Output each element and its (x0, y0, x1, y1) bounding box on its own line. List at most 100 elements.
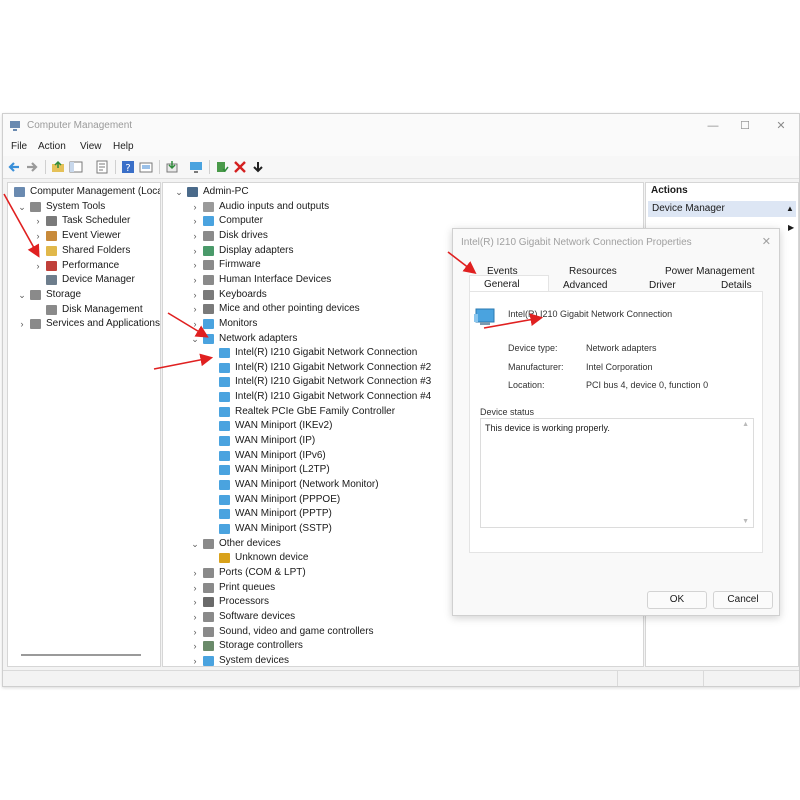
device-tree-label: WAN Miniport (PPPOE) (235, 493, 341, 505)
console-tree-item[interactable]: Disk Management (8, 303, 160, 317)
window-title: Computer Management (27, 120, 133, 131)
device-tree-label: WAN Miniport (PPTP) (235, 508, 332, 520)
chevron-down-icon[interactable]: ⌄ (190, 537, 200, 551)
actions-device-manager[interactable]: Device Manager (648, 201, 796, 217)
chevron-right-icon[interactable]: › (190, 288, 200, 302)
console-tree-item[interactable]: › Task Scheduler (8, 214, 160, 228)
console-tree-item[interactable]: › Services and Applications (8, 317, 160, 331)
chevron-right-icon[interactable]: › (33, 244, 43, 258)
clock-icon (46, 216, 57, 227)
device-status-box[interactable]: This device is working properly. ▲ ▼ (480, 418, 754, 528)
scroll-down-icon[interactable]: ▼ (742, 518, 749, 525)
update-driver-icon[interactable] (165, 160, 179, 174)
network-adapter-icon (219, 421, 230, 432)
disable-device-icon[interactable] (251, 160, 265, 174)
console-tree-label: Task Scheduler (62, 215, 131, 227)
minimize-button[interactable]: — (705, 118, 721, 134)
chevron-right-icon[interactable]: › (190, 625, 200, 639)
chevron-right-icon[interactable]: › (190, 581, 200, 595)
console-tree-item[interactable]: ⌄ System Tools (8, 200, 160, 214)
enable-device-icon[interactable] (215, 160, 229, 174)
device-tree-label: WAN Miniport (IP) (235, 435, 316, 447)
cancel-button[interactable]: Cancel (713, 591, 773, 609)
keyboard-icon (203, 289, 214, 300)
chevron-right-icon[interactable]: › (33, 229, 43, 243)
dialog-close-icon[interactable]: ✕ (762, 235, 771, 248)
tab-power-management[interactable]: Power Management (665, 266, 755, 277)
close-button[interactable]: ✕ (773, 118, 789, 134)
help-icon[interactable]: ? (121, 160, 135, 174)
chevron-right-icon[interactable]: › (17, 317, 27, 331)
left-pane-scrollbar[interactable] (21, 654, 141, 656)
console-tree-item[interactable]: ⌄ Storage (8, 288, 160, 302)
chevron-right-icon[interactable]: › (190, 214, 200, 228)
menu-file[interactable]: File (11, 141, 27, 152)
chevron-right-icon[interactable]: › (190, 302, 200, 316)
port-icon (203, 567, 214, 578)
device-tree-label: Display adapters (219, 244, 294, 256)
device-tree-label: Network adapters (219, 332, 298, 344)
tab-details[interactable]: Details (721, 280, 752, 291)
toolbar: ? (3, 156, 799, 179)
chevron-down-icon[interactable]: ⌄ (174, 185, 184, 199)
chevron-down-icon[interactable]: ⌄ (17, 200, 27, 214)
chevron-down-icon[interactable]: ⌄ (17, 288, 27, 302)
properties-icon[interactable] (95, 160, 109, 174)
chevron-right-icon[interactable]: › (190, 566, 200, 580)
device-tree-label: Computer (219, 215, 263, 227)
chevron-right-icon[interactable]: › (190, 639, 200, 653)
console-tree-item[interactable]: › Shared Folders (8, 244, 160, 258)
console-tree-item[interactable]: › Event Viewer (8, 229, 160, 243)
chevron-right-icon[interactable]: › (190, 273, 200, 287)
tab-resources[interactable]: Resources (569, 266, 617, 277)
scan-hardware-icon[interactable] (139, 160, 153, 174)
tab-general[interactable]: General (484, 279, 520, 290)
network-adapter-icon (219, 377, 230, 388)
collapse-arrow-icon[interactable]: ▲ (786, 204, 794, 213)
chevron-right-icon[interactable]: › (190, 229, 200, 243)
computer-management-icon (10, 121, 20, 131)
monitor-icon[interactable] (189, 160, 203, 174)
forward-arrow-icon[interactable] (25, 160, 39, 174)
chevron-right-icon[interactable]: › (190, 317, 200, 331)
chevron-right-icon[interactable]: › (190, 610, 200, 624)
menu-view[interactable]: View (80, 141, 102, 152)
device-tree-label: Sound, video and game controllers (219, 625, 374, 637)
device-tree-item[interactable]: › Computer (163, 214, 643, 228)
chevron-right-icon[interactable]: › (190, 244, 200, 258)
chevron-right-icon[interactable]: › (190, 654, 200, 666)
show-hide-tree-icon[interactable] (69, 160, 83, 174)
console-tree-item[interactable]: Device Manager (8, 273, 160, 287)
scroll-up-icon[interactable]: ▲ (742, 421, 749, 428)
maximize-button[interactable]: ☐ (737, 118, 753, 134)
device-tree-item[interactable]: › Audio inputs and outputs (163, 200, 643, 214)
more-actions-arrow-icon[interactable]: ▶ (788, 223, 794, 232)
device-tree-item[interactable]: ⌄ Admin-PC (163, 185, 643, 199)
device-tree-item[interactable]: › Storage controllers (163, 639, 643, 653)
chevron-right-icon[interactable]: › (33, 214, 43, 228)
device-tree-label: WAN Miniport (Network Monitor) (235, 479, 379, 490)
menu-help[interactable]: Help (113, 141, 134, 152)
services-icon (30, 319, 41, 330)
device-tree-item[interactable]: › System devices (163, 654, 643, 666)
up-folder-icon[interactable] (51, 160, 65, 174)
device-tree-label: WAN Miniport (IPv6) (235, 449, 326, 461)
console-tree-item[interactable]: › Performance (8, 259, 160, 273)
ok-button[interactable]: OK (647, 591, 707, 609)
network-adapter-icon (219, 436, 230, 447)
tab-advanced[interactable]: Advanced (563, 280, 607, 291)
chevron-right-icon[interactable]: › (33, 259, 43, 273)
device-tree-item[interactable]: › Sound, video and game controllers (163, 625, 643, 639)
performance-icon (46, 260, 57, 271)
chevron-down-icon[interactable]: ⌄ (190, 332, 200, 346)
menu-action[interactable]: Action (38, 141, 66, 152)
uninstall-device-icon[interactable] (233, 160, 247, 174)
chevron-right-icon[interactable]: › (190, 200, 200, 214)
sound-icon (203, 626, 214, 637)
chevron-right-icon[interactable]: › (190, 595, 200, 609)
chevron-right-icon[interactable]: › (190, 258, 200, 272)
console-tree-label: Computer Management (Local (30, 186, 161, 197)
console-tree-item[interactable]: Computer Management (Local (8, 185, 160, 199)
back-arrow-icon[interactable] (7, 160, 21, 174)
tab-driver[interactable]: Driver (649, 280, 676, 291)
